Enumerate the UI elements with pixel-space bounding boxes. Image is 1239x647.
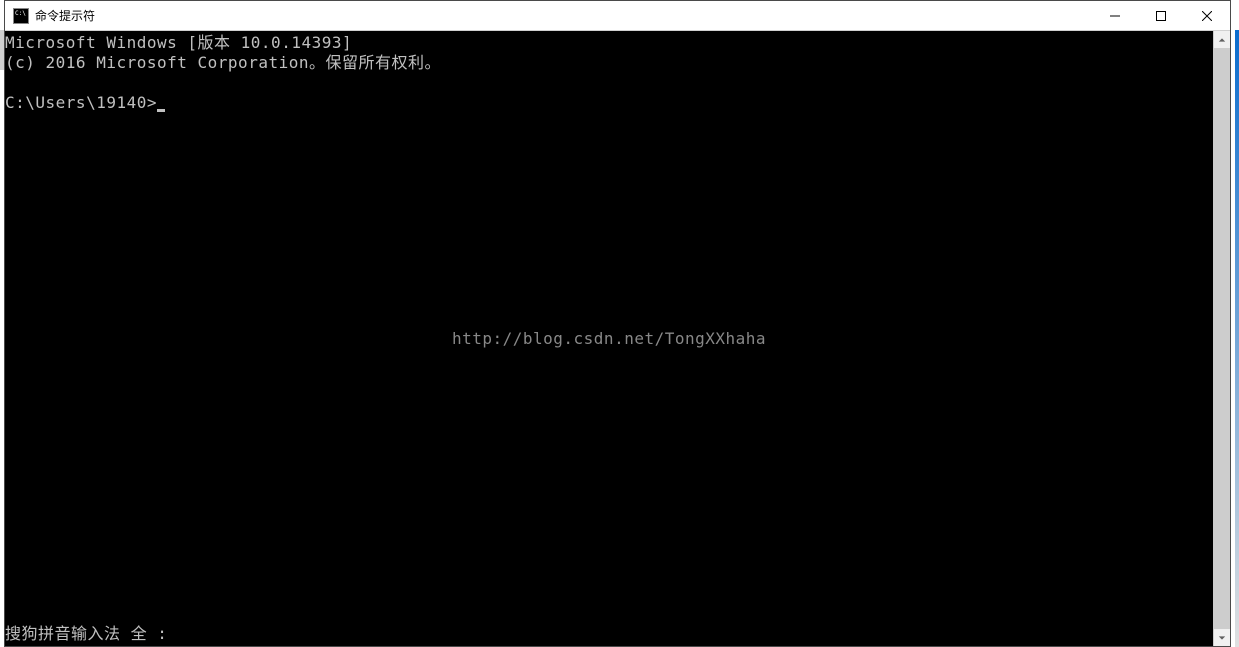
command-prompt-window: 命令提示符 Microsoft Windows [版本 10.0.14393](… [4,0,1231,647]
cmd-icon [13,8,29,24]
vertical-scrollbar[interactable] [1213,31,1230,646]
window-title: 命令提示符 [35,7,1092,24]
scroll-up-button[interactable] [1214,31,1230,48]
watermark-text: http://blog.csdn.net/TongXXhaha [452,329,766,349]
chevron-up-icon [1218,36,1226,44]
scroll-thumb[interactable] [1214,48,1230,629]
terminal-cursor [157,109,165,112]
terminal-prompt-line: C:\Users\19140> [5,93,1213,113]
scroll-track[interactable] [1214,48,1230,629]
terminal-prompt: C:\Users\19140> [5,93,157,112]
maximize-icon [1156,11,1166,21]
window-controls [1092,1,1230,30]
terminal-body: Microsoft Windows [版本 10.0.14393](c) 201… [5,31,1230,646]
terminal-line-version: Microsoft Windows [版本 10.0.14393] [5,33,1213,53]
titlebar[interactable]: 命令提示符 [5,1,1230,31]
minimize-button[interactable] [1092,1,1138,30]
chevron-down-icon [1218,634,1226,642]
minimize-icon [1110,11,1120,21]
ime-status: 搜狗拼音输入法 全 : [5,624,167,644]
terminal-line-copyright: (c) 2016 Microsoft Corporation。保留所有权利。 [5,53,1213,73]
maximize-button[interactable] [1138,1,1184,30]
close-icon [1202,11,1212,21]
terminal-blank-line [5,73,1213,93]
background-edge-right [1235,30,1239,647]
scroll-down-button[interactable] [1214,629,1230,646]
terminal-content[interactable]: Microsoft Windows [版本 10.0.14393](c) 201… [5,31,1213,646]
close-button[interactable] [1184,1,1230,30]
